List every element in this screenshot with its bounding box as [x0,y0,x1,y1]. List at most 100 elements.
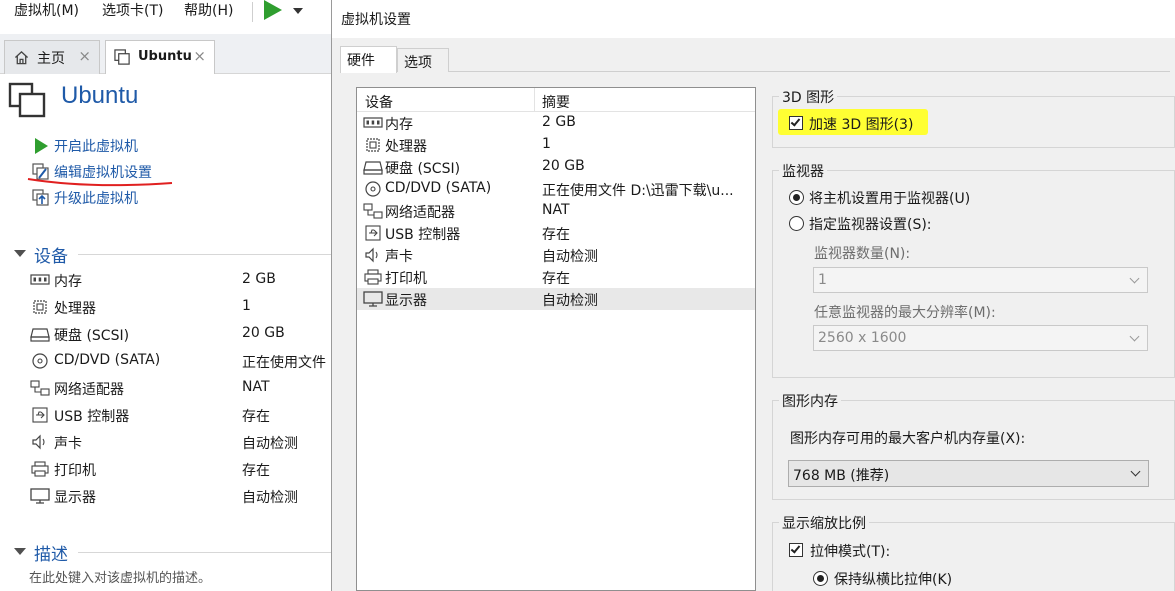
hardware-name: 打印机 [385,271,427,287]
column-summary[interactable]: 摘要 [542,92,570,112]
hardware-list[interactable]: 设备 摘要 内存 2 GB 处理器 1 硬盘 (SCSI) 20 GB CD/DVD (SA… [356,87,756,591]
dialog-title: 虚拟机设置 [341,12,411,28]
close-icon[interactable]: × [78,47,91,65]
collapse-triangle-icon [14,548,26,555]
specify-monitor-radio[interactable] [789,216,804,231]
group-graphics-memory-label: 图形内存 [779,391,841,411]
device-value: 存在 [242,463,270,479]
group-monitor-label: 监视器 [779,161,827,181]
monitor-icon [30,488,50,504]
graphics-memory-select[interactable]: 768 MB (推荐) [788,460,1149,487]
section-divider [78,254,333,255]
menu-bar: 虚拟机(M) 选项卡(T) 帮助(H) [0,0,340,34]
tab-bar: 主页 × Ubuntu × [0,34,335,74]
device-row[interactable]: 声卡 自动检测 [30,430,335,457]
menu-help[interactable]: 帮助(H) [184,0,233,20]
hardware-row[interactable]: USB 控制器 存在 [357,222,755,244]
device-name: 硬盘 (SCSI) [54,328,130,344]
monitor-count-label: 监视器数量(N): [814,246,911,262]
monitor-count-value: 1 [818,272,827,288]
device-row[interactable]: 打印机 存在 [30,457,335,484]
hardware-row[interactable]: 打印机 存在 [357,266,755,288]
stretch-mode-checkbox[interactable] [789,543,803,557]
device-row[interactable]: 显示器 自动检测 [30,484,335,511]
accelerate-3d-label[interactable]: 加速 3D 图形(3) [809,114,913,134]
column-separator[interactable] [534,88,535,112]
keep-aspect-radio[interactable] [813,571,828,586]
device-row[interactable]: USB 控制器 存在 [30,403,335,430]
hard-disk-icon [363,159,383,175]
hardware-row[interactable]: CD/DVD (SATA) 正在使用文件 D:\迅雷下载\u... [357,178,755,200]
hardware-row[interactable]: 声卡 自动检测 [357,244,755,266]
group-3d-graphics-label: 3D 图形 [779,87,838,107]
max-resolution-select: 2560 x 1600 [813,325,1148,351]
device-value: NAT [242,379,270,395]
graphics-memory-value: 768 MB (推荐) [793,468,890,484]
network-adapter-icon [363,203,383,219]
device-value: 2 GB [242,271,276,287]
device-row[interactable]: CD/DVD (SATA) 正在使用文件 [30,349,335,376]
max-resolution-label: 任意监视器的最大分辨率(M): [814,305,996,321]
use-host-monitor-label[interactable]: 将主机设置用于监视器(U) [809,188,970,208]
device-row[interactable]: 网络适配器 NAT [30,376,335,403]
menu-tab[interactable]: 选项卡(T) [102,0,163,20]
group-display-scaling-label: 显示缩放比例 [779,513,869,533]
dialog-titlebar: 虚拟机设置 [332,0,1175,38]
memory-icon [363,115,383,131]
hardware-summary: 自动检测 [542,293,598,309]
specify-monitor-label[interactable]: 指定监视器设置(S): [809,214,932,234]
play-icon[interactable] [264,0,282,20]
hardware-summary: 存在 [542,271,570,287]
use-host-monitor-radio[interactable] [789,190,804,205]
hardware-name: CD/DVD (SATA) [385,180,492,196]
usb-icon [30,407,50,423]
hardware-row[interactable]: 显示器 自动检测 [357,288,755,310]
tab-hardware[interactable]: 硬件 [340,46,397,73]
device-row[interactable]: 硬盘 (SCSI) 20 GB [30,322,335,349]
device-summary-list: 内存 2 GB 处理器 1 硬盘 (SCSI) 20 GB CD/DVD (SATA) 正在使… [30,268,335,511]
menu-vm[interactable]: 虚拟机(M) [14,0,79,20]
tab-home[interactable]: 主页 × [4,40,100,74]
max-resolution-value: 2560 x 1600 [818,330,907,346]
hardware-name: 声卡 [385,249,413,265]
virtual-machine-icon [8,82,46,118]
network-adapter-icon [30,380,50,396]
upgrade-icon [32,189,49,206]
device-name: 内存 [54,274,82,290]
collapse-triangle-icon [14,250,26,257]
hardware-summary: 2 GB [542,114,576,130]
device-name: USB 控制器 [54,409,130,425]
accelerate-3d-checkbox[interactable] [789,116,803,130]
device-value: 20 GB [242,325,285,341]
close-icon[interactable]: × [193,47,206,65]
device-row[interactable]: 处理器 1 [30,295,335,322]
hardware-summary: 存在 [542,227,570,243]
monitor-icon [363,291,383,307]
device-name: 打印机 [54,463,96,479]
hardware-list-header: 设备 摘要 [357,88,755,112]
hardware-summary: 1 [542,136,551,152]
device-name: CD/DVD (SATA) [54,352,161,368]
red-annotation-underline [27,178,173,187]
play-icon [35,138,48,154]
hardware-name: 内存 [385,117,413,133]
tab-options[interactable]: 选项 [397,48,449,72]
chevron-down-icon [1130,466,1141,477]
hardware-row[interactable]: 内存 2 GB [357,112,755,134]
cd-dvd-icon [30,353,50,369]
keep-aspect-label[interactable]: 保持纵横比拉伸(K) [834,569,952,589]
tab-ubuntu[interactable]: Ubuntu × [105,40,215,74]
hardware-row[interactable]: 硬盘 (SCSI) 20 GB [357,156,755,178]
column-device[interactable]: 设备 [365,92,393,112]
hardware-row[interactable]: 处理器 1 [357,134,755,156]
chevron-down-icon [1129,273,1140,284]
device-row[interactable]: 内存 2 GB [30,268,335,295]
devices-heading: 设备 [34,247,68,267]
stretch-mode-label[interactable]: 拉伸模式(T): [810,541,890,561]
chevron-down-icon[interactable] [293,8,303,14]
description-hint[interactable]: 在此处键入对该虚拟机的描述。 [29,567,211,586]
hardware-row[interactable]: 网络适配器 NAT [357,200,755,222]
printer-icon [30,461,50,477]
check-icon [790,116,801,127]
hardware-name: 硬盘 (SCSI) [385,161,461,177]
